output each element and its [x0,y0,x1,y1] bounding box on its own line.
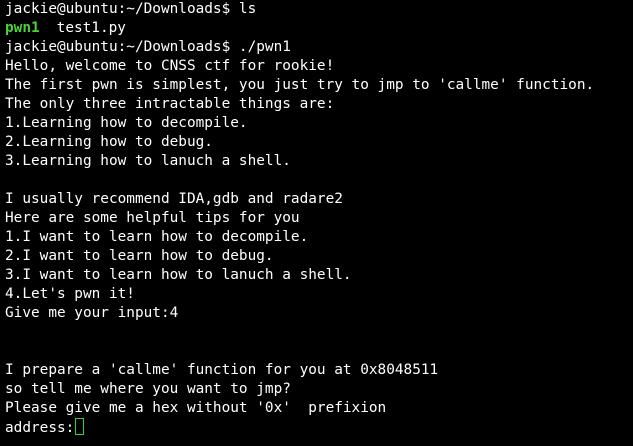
terminal-line: 4.Let's pwn it! [5,286,135,302]
terminal-line: so tell me where you want to jmp? [5,381,291,397]
terminal-line: jackie@ubuntu:~/Downloads$ ls [5,1,257,17]
terminal-line: I usually recommend IDA,gdb and radare2 [5,191,343,207]
terminal-cursor[interactable] [75,418,85,435]
terminal-line: Hello, welcome to CNSS ctf for rookie! [5,58,335,74]
executable-file-name: pwn1 [5,20,40,36]
terminal-line: Here are some helpful tips for you [5,210,300,226]
terminal-line: I prepare a 'callme' function for you at… [5,362,439,378]
terminal-line: The first pwn is simplest, you just try … [5,77,595,93]
terminal-line: The only three intractable things are: [5,96,335,112]
terminal-line: 2.Learning how to debug. [5,134,213,150]
terminal-window[interactable]: jackie@ubuntu:~/Downloads$ ls pwn1 test1.… [0,0,633,446]
address-prompt-line[interactable]: address: [5,418,633,437]
terminal-line: 1.Learning how to decompile. [5,115,248,131]
terminal-line: 2.I want to learn how to debug. [5,248,274,264]
terminal-line: Please give me a hex without '0x' prefix… [5,400,387,416]
terminal-line: 3.I want to learn how to lanuch a shell. [5,267,352,283]
terminal-line: jackie@ubuntu:~/Downloads$ ./pwn1 [5,39,291,55]
file-name: test1.py [56,20,126,36]
terminal-line: Give me your input:4 [5,305,179,321]
terminal-line: 3.Learning how to lanuch a shell. [5,153,291,169]
terminal-line: 1.I want to learn how to decompile. [5,229,309,245]
address-prompt: address: [5,420,75,436]
ls-output-line: pwn1 test1.py [5,19,633,38]
